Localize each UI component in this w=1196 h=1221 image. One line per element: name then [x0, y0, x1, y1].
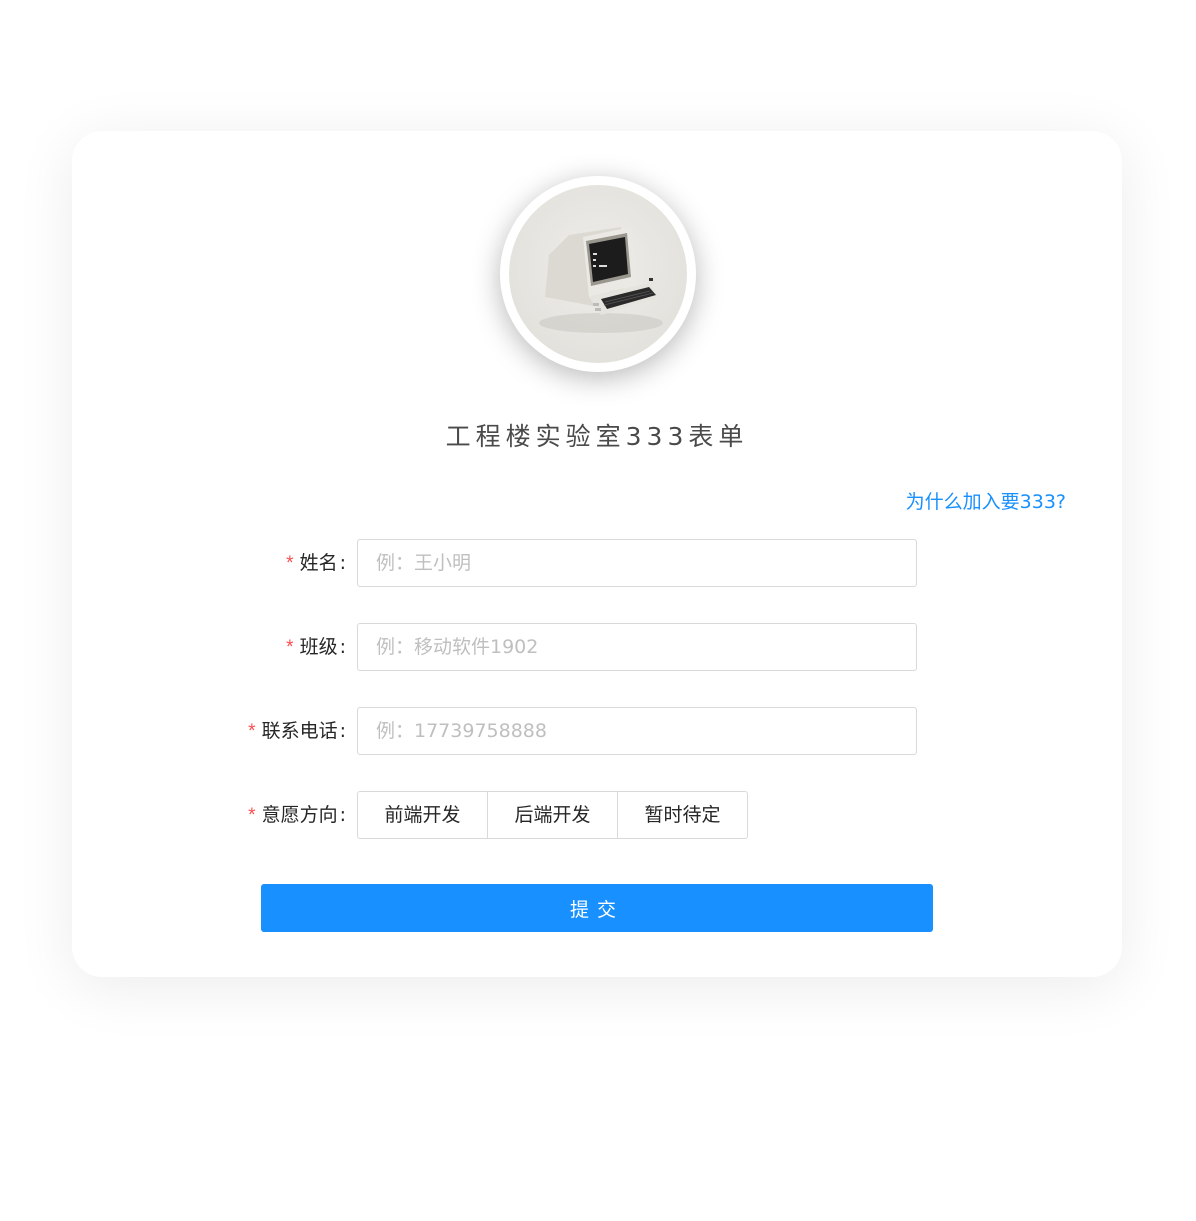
direction-form-item: * 意愿方向: 前端开发 后端开发 暂时待定: [72, 791, 1122, 839]
required-mark: *: [286, 637, 294, 658]
phone-label: * 联系电话:: [248, 707, 346, 755]
page-title: 工程楼实验室333表单: [445, 422, 749, 451]
class-input[interactable]: [357, 623, 917, 671]
class-label-text: 班级: [299, 636, 338, 658]
avatar: [500, 176, 696, 372]
required-mark: *: [248, 805, 256, 826]
radio-undecided[interactable]: 暂时待定: [617, 791, 748, 839]
form-card: 工程楼实验室333表单 为什么加入要333? *姓名: *班级: *联系电话: …: [72, 131, 1122, 977]
name-label: * 姓名:: [286, 539, 346, 587]
label-colon: :: [339, 720, 346, 742]
radio-backend[interactable]: 后端开发: [487, 791, 618, 839]
name-form-item: * 姓名:: [72, 539, 1122, 587]
direction-label: * 意愿方向:: [248, 791, 346, 839]
phone-input[interactable]: [357, 707, 917, 755]
radio-frontend[interactable]: 前端开发: [357, 791, 488, 839]
retro-computer-terminal-icon: [509, 185, 687, 363]
label-colon: :: [339, 552, 346, 574]
required-mark: *: [248, 721, 256, 742]
class-form-item: * 班级:: [72, 623, 1122, 671]
name-input[interactable]: [357, 539, 917, 587]
name-label-text: 姓名: [299, 552, 338, 574]
submit-button[interactable]: 提交: [261, 884, 933, 932]
direction-label-text: 意愿方向: [261, 804, 338, 826]
direction-radio-group: 前端开发 后端开发 暂时待定: [357, 791, 748, 839]
why-join-link[interactable]: 为什么加入要333?: [906, 487, 1066, 514]
label-colon: :: [339, 804, 346, 826]
label-colon: :: [339, 636, 346, 658]
class-label: * 班级:: [286, 623, 346, 671]
phone-label-text: 联系电话: [261, 720, 338, 742]
phone-form-item: * 联系电话:: [72, 707, 1122, 755]
required-mark: *: [286, 553, 294, 574]
